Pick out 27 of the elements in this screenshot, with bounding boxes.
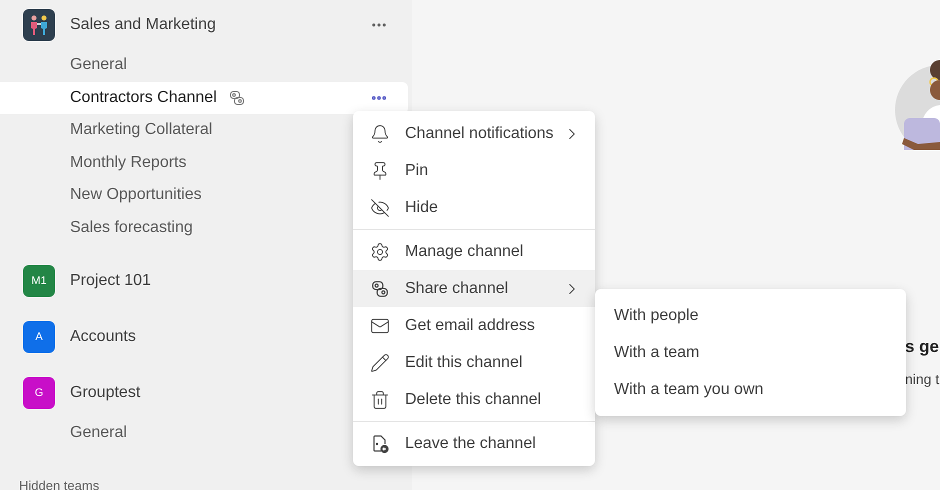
menu-item[interactable]: With a team — [595, 334, 906, 371]
hide-icon — [370, 198, 390, 218]
welcome-text: ning t — [905, 370, 940, 389]
pencil-icon — [370, 352, 390, 372]
menu-item[interactable]: With a team you own — [595, 371, 906, 408]
menu-item[interactable]: Hide — [353, 189, 595, 226]
team-avatar: A — [23, 321, 55, 353]
channel-item[interactable]: General — [0, 49, 408, 82]
section-label[interactable]: Hidden teams — [0, 478, 408, 490]
bell-icon — [370, 124, 390, 144]
settings-icon — [370, 242, 390, 262]
menu-item[interactable]: Edit this channel — [353, 344, 595, 381]
welcome-heading: s ge — [905, 336, 940, 358]
trash-icon — [370, 390, 390, 410]
menu-item[interactable]: Channel notifications — [353, 115, 595, 152]
menu-item[interactable]: Leave the channel — [353, 425, 595, 462]
menu-item[interactable]: With people — [595, 297, 906, 334]
team-name[interactable]: Sales and Marketing — [70, 13, 370, 37]
menu-item[interactable]: Share channel — [353, 270, 595, 307]
share-icon — [371, 280, 389, 298]
team-avatar: M1 — [23, 265, 55, 297]
menu-item[interactable]: Delete this channel — [353, 381, 595, 418]
team-avatar: G — [23, 377, 55, 409]
menu-item[interactable]: Manage channel — [353, 233, 595, 270]
menu-item[interactable]: Get email address — [353, 307, 595, 344]
menu-item[interactable]: Pin — [353, 152, 595, 189]
channel-item[interactable]: Contractors Channel — [0, 82, 408, 114]
